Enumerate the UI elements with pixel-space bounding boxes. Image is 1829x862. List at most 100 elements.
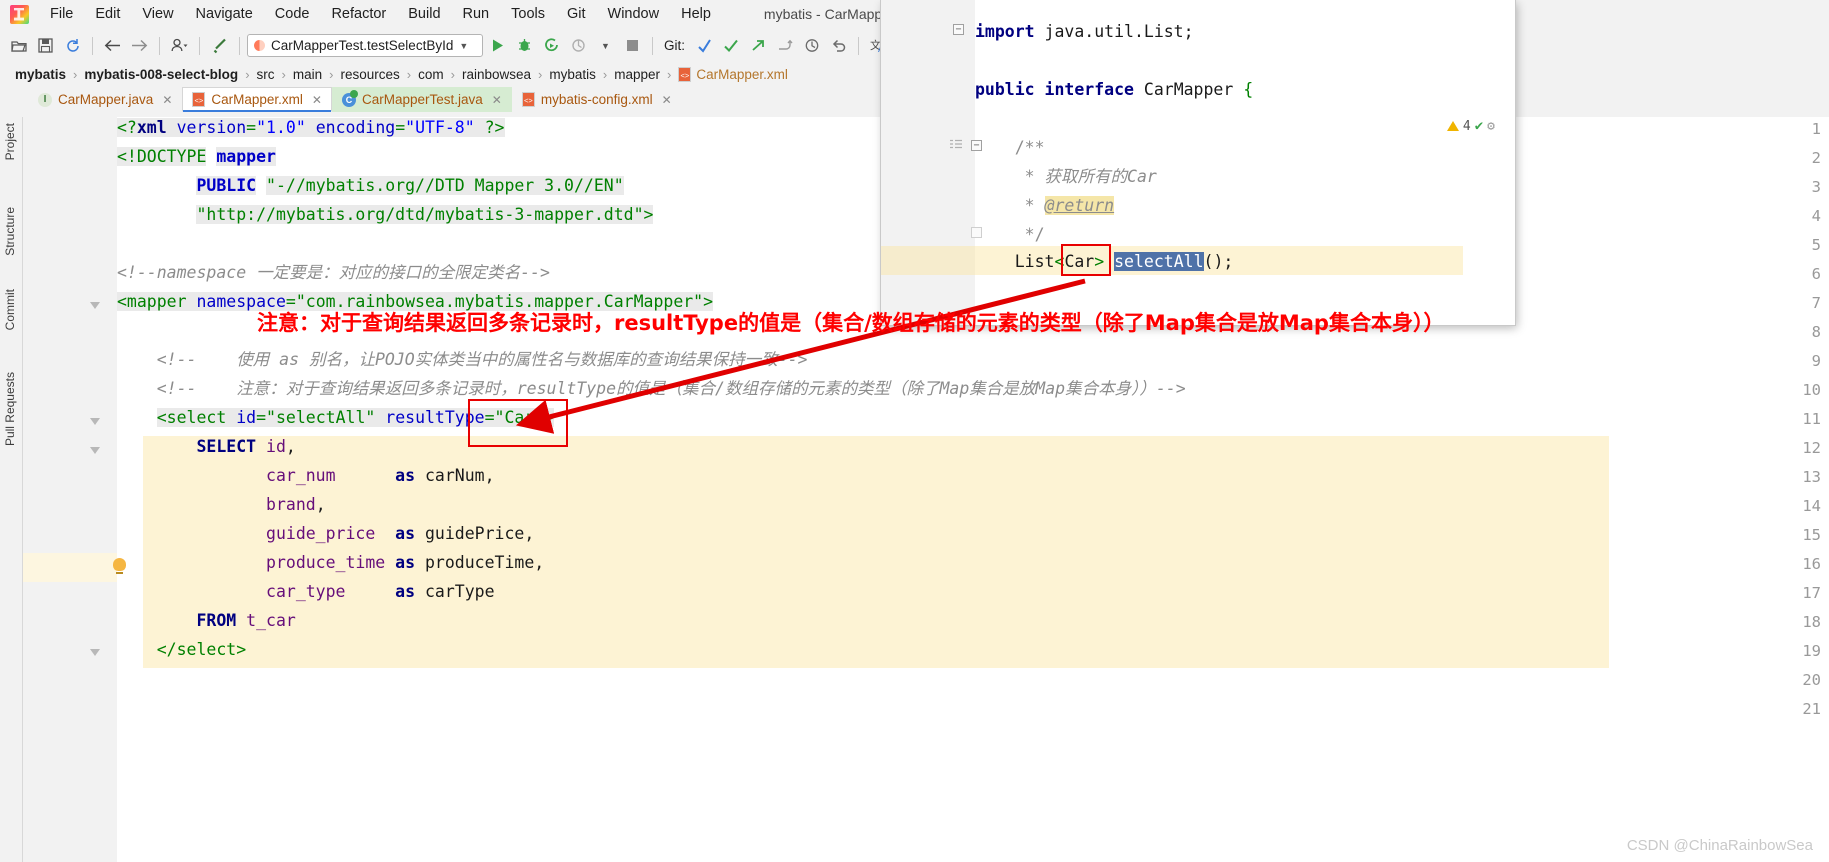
save-icon[interactable] xyxy=(33,34,58,58)
sync-icon[interactable] xyxy=(60,34,85,58)
rollback-icon[interactable] xyxy=(826,34,851,58)
breadcrumb-item-8[interactable]: mapper xyxy=(609,67,665,82)
toolbar-divider-4 xyxy=(239,36,240,55)
stop-icon[interactable] xyxy=(620,34,645,58)
chevron-down-icon[interactable]: ▼ xyxy=(459,41,468,51)
history-icon[interactable] xyxy=(799,34,824,58)
overlay-gutter xyxy=(881,0,947,325)
code-line-15: guide_price as guidePrice, xyxy=(266,524,535,543)
left-tool-window-strip: Project Structure Commit Pull Requests xyxy=(0,117,23,862)
warning-count: 4 xyxy=(1462,118,1471,134)
tab-carmapper-xml[interactable]: CarMapper.xml ✕ xyxy=(182,87,332,112)
inspection-status-widget[interactable]: 4 ✔ ⚙ xyxy=(1446,118,1495,134)
fold-marker-select-end[interactable] xyxy=(90,649,100,656)
run-with-coverage-icon[interactable] xyxy=(539,34,564,58)
profile-icon[interactable] xyxy=(167,34,192,58)
breadcrumb-item-3[interactable]: main xyxy=(288,67,327,82)
annotation-box-resulttype xyxy=(468,399,568,447)
overlay-javadoc-marker-icon xyxy=(949,136,963,149)
tab-mybatis-config-xml[interactable]: mybatis-config.xml ✕ xyxy=(512,87,682,112)
breadcrumb-item-0[interactable]: mybatis xyxy=(10,67,71,82)
breadcrumb-file-label: CarMapper.xml xyxy=(696,67,788,82)
menu-item-git[interactable]: Git xyxy=(556,3,597,25)
close-icon[interactable]: ✕ xyxy=(492,93,502,107)
menu-item-navigate[interactable]: Navigate xyxy=(185,3,264,25)
menu-item-window[interactable]: Window xyxy=(597,3,671,25)
menu-item-edit[interactable]: Edit xyxy=(84,3,131,25)
breadcrumb-item-6[interactable]: rainbowsea xyxy=(457,67,536,82)
current-line-gutter-highlight xyxy=(23,553,117,582)
editor-gutter xyxy=(23,117,93,862)
close-icon[interactable]: ✕ xyxy=(312,93,322,107)
overlay-code-area[interactable]: import java.util.List; public interface … xyxy=(975,0,1515,325)
code-line-1: <?xml version="1.0" encoding="UTF-8" ?> xyxy=(117,118,505,137)
menu-item-help[interactable]: Help xyxy=(670,3,722,25)
git-label: Git: xyxy=(664,38,686,53)
menu-item-view[interactable]: View xyxy=(131,3,184,25)
fold-marker-mapper[interactable] xyxy=(90,302,100,309)
tab-carmapper-java[interactable]: CarMapper.java ✕ xyxy=(28,87,182,112)
back-arrow-icon[interactable] xyxy=(100,34,125,58)
xml-file-icon xyxy=(192,92,206,107)
rebase-icon[interactable] xyxy=(772,34,797,58)
code-line-6: <!--namespace 一定要是：对应的接口的全限定类名--> xyxy=(117,263,550,282)
tab-label: CarMapper.xml xyxy=(211,92,303,107)
overlay-code-line-15 xyxy=(975,276,985,305)
push-icon[interactable] xyxy=(745,34,770,58)
toolbar-divider xyxy=(92,36,93,55)
debug-icon[interactable] xyxy=(512,34,537,58)
watermark: CSDN @ChinaRainbowSea xyxy=(1626,837,1813,854)
close-icon[interactable]: ✕ xyxy=(662,93,672,107)
sidebar-item-pull-requests[interactable]: Pull Requests xyxy=(3,372,17,446)
run-config-label: CarMapperTest.testSelectById xyxy=(271,38,454,53)
breadcrumb-item-4[interactable]: resources xyxy=(335,67,404,82)
menu-item-build[interactable]: Build xyxy=(397,3,451,25)
menu-item-run[interactable]: Run xyxy=(452,3,501,25)
overlay-right-margin xyxy=(1463,0,1515,325)
menu-item-code[interactable]: Code xyxy=(264,3,321,25)
settings-icon[interactable]: ⚙ xyxy=(1487,119,1495,134)
sidebar-item-commit[interactable]: Commit xyxy=(3,289,17,330)
tab-carmappertest-java[interactable]: CarMapperTest.java ✕ xyxy=(331,87,512,112)
breadcrumb-item-5[interactable]: com xyxy=(413,67,449,82)
intellij-idea-logo-icon xyxy=(10,4,29,24)
build-hammer-icon[interactable] xyxy=(207,34,232,58)
code-line-10: <!-- 注意：对于查询结果返回多条记录时，resultType的值是（集合/数… xyxy=(117,379,1186,398)
code-line-12: SELECT id, xyxy=(196,437,296,456)
commit-icon[interactable] xyxy=(718,34,743,58)
close-icon[interactable]: ✕ xyxy=(162,93,172,107)
menu-item-refactor[interactable]: Refactor xyxy=(320,3,397,25)
profiler-dropdown-icon[interactable]: ▼ xyxy=(593,34,618,58)
tab-label: mybatis-config.xml xyxy=(540,92,653,107)
sidebar-item-project[interactable]: Project xyxy=(3,123,17,160)
profiler-icon[interactable] xyxy=(566,34,591,58)
menu-item-file[interactable]: File xyxy=(39,3,84,25)
code-line-13: car_num as carNum, xyxy=(266,466,495,485)
forward-arrow-icon[interactable] xyxy=(127,34,152,58)
breadcrumb-item-7[interactable]: mybatis xyxy=(544,67,601,82)
open-folder-icon[interactable] xyxy=(6,34,31,58)
sidebar-item-structure[interactable]: Structure xyxy=(3,207,17,256)
overlay-code-line-10: /** xyxy=(1014,138,1045,157)
check-icon: ✔ xyxy=(1474,118,1484,134)
java-test-class-icon xyxy=(341,89,358,107)
code-line-18: FROM t_car xyxy=(196,611,296,630)
update-project-icon[interactable] xyxy=(691,34,716,58)
overlay-code-line-9 xyxy=(975,104,985,133)
carmapper-java-preview-window[interactable]: 5 6 7 8 9 10 11 12 13 14 15 − − import j… xyxy=(881,0,1515,325)
run-icon[interactable] xyxy=(485,34,510,58)
toolbar-divider-2 xyxy=(159,36,160,55)
menu-item-tools[interactable]: Tools xyxy=(500,3,556,25)
toolbar-divider-5 xyxy=(652,36,653,55)
overlay-fold-import-icon[interactable]: − xyxy=(953,24,964,35)
breadcrumb-file[interactable]: CarMapper.xml xyxy=(673,67,793,82)
run-configuration-selector[interactable]: CarMapperTest.testSelectById ▼ xyxy=(247,34,483,57)
overlay-code-line-13: */ xyxy=(1024,225,1045,244)
breadcrumb-item-2[interactable]: src xyxy=(252,67,280,82)
breadcrumb-item-1[interactable]: mybatis-008-select-blog xyxy=(79,67,243,82)
overlay-fold-column xyxy=(947,0,975,325)
fold-marker-select[interactable] xyxy=(90,418,100,425)
fold-marker-sql[interactable] xyxy=(90,447,100,454)
